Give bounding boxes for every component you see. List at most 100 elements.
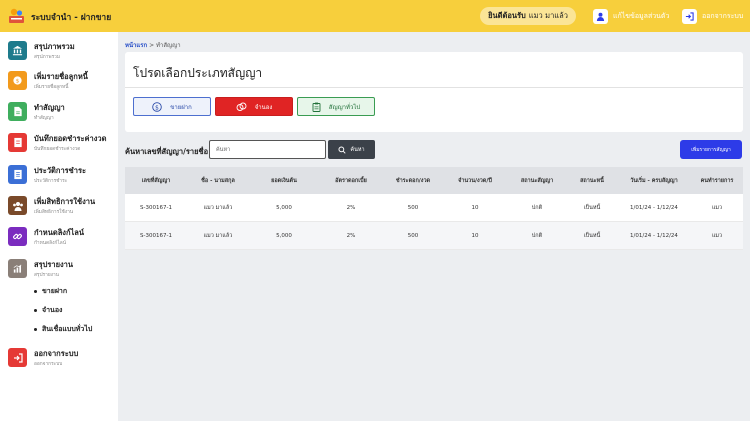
general-contract-button[interactable]: สัญญาทั่วไป <box>297 97 375 116</box>
column-header: เลขที่สัญญา <box>141 177 171 184</box>
sidebar-item-label: ออกจากระบบ <box>34 349 79 358</box>
user-icon <box>593 8 608 24</box>
bullet-icon <box>34 328 37 331</box>
sidebar-item-line-link[interactable]: กำหนดลิงก์ไลน์ กำหนดลิงก์ไลน์ <box>0 224 118 250</box>
sidebar-item-sublabel: บันทึกยอดชำระค่างวด <box>34 147 81 152</box>
clipboard-icon <box>312 102 321 112</box>
column-header: สถานะหนี้ <box>580 177 604 184</box>
breadcrumb-separator: > <box>149 42 155 49</box>
chart-icon <box>8 259 27 278</box>
column-header: สถานะสัญญา <box>520 177 554 184</box>
column-header: ชำระดอก/งวด <box>395 177 431 184</box>
coin-icon: $ <box>8 71 27 90</box>
users-icon <box>8 196 27 215</box>
cell-interest-per-period: 500 <box>407 232 419 239</box>
sidebar-item-label: สรุปภาพรวม <box>34 42 75 51</box>
welcome-user: แมว มาแล้ว <box>528 11 568 20</box>
cell-principal: 5,000 <box>276 204 292 211</box>
sidebar-item-label: เพิ่มสิทธิการใช้งาน <box>34 197 96 206</box>
cell-interest-rate: 2% <box>346 232 356 239</box>
table-header: เลขที่สัญญา ชื่อ - นามสกุล ยอดเงินต้น อั… <box>125 167 743 194</box>
search-button-label: ค้นหา <box>350 146 365 153</box>
column-header: จำนวน/งวด/ปี <box>458 177 492 184</box>
document-icon <box>8 102 27 121</box>
contract-type-card: โปรดเลือกประเภทสัญญา $ ขายฝาก จำนอง สัญญ… <box>125 52 743 132</box>
header-logout-label: ออกจากระบบ <box>702 11 744 20</box>
logout-icon <box>8 348 27 367</box>
sidebar-item-label: บันทึกยอดชำระค่างวด <box>34 134 107 143</box>
cell-name: แมว มาแล้ว <box>203 204 233 211</box>
sidebar-item-logout[interactable]: ออกจากระบบ ออกจากระบบ <box>0 345 118 371</box>
breadcrumb-home-link[interactable]: หน้าแรก <box>125 42 147 49</box>
sidebar-item-sublabel: สรุปภาพรวม <box>34 55 60 60</box>
welcome-badge: ยินดีต้อนรับ แมว มาแล้ว <box>480 7 576 25</box>
app-header: ระบบจำนำ - ฝากขาย ยินดีต้อนรับ แมว มาแล้… <box>0 0 750 32</box>
search-input[interactable] <box>209 140 326 159</box>
cell-interest-rate: 2% <box>346 204 356 211</box>
coins-icon <box>236 102 247 111</box>
bank-icon <box>8 41 27 60</box>
app-title: ระบบจำนำ - ฝากขาย <box>31 13 112 23</box>
column-header: วันเริ่ม - ครบสัญญา <box>630 177 678 184</box>
sidebar-item-payment-history[interactable]: ประวัติการชำระ ประวัติการชำระ <box>0 162 118 188</box>
consign-type-label: ขายฝาก <box>170 103 192 111</box>
sidebar-item-report[interactable]: สรุปรายงาน สรุปรายงาน <box>0 256 118 282</box>
cell-debt-status: เป็นหนี้ <box>583 232 601 239</box>
sidebar-item-sublabel: ประวัติการชำระ <box>34 179 68 184</box>
column-header: ยอดเงินต้น <box>271 177 297 184</box>
pawn-type-button[interactable]: จำนอง <box>215 97 293 116</box>
welcome-prefix: ยินดีต้อนรับ <box>488 11 526 20</box>
sidebar-item-contract[interactable]: ทำสัญญา ทำสัญญา <box>0 99 118 125</box>
sidebar-item-record-payment[interactable]: บันทึกยอดชำระค่างวด บันทึกยอดชำระค่างวด <box>0 130 118 156</box>
table-row[interactable]: S-300167-1 แมว มาแล้ว 5,000 2% 500 10 ปก… <box>125 194 743 222</box>
edit-profile-button[interactable]: แก้ไขข้อมูลส่วนตัว <box>593 8 669 24</box>
cell-operator: แมว <box>711 232 723 239</box>
sidebar: สรุปภาพรวม สรุปภาพรวม $ เพิ่มรายชื่อลูกห… <box>0 32 118 421</box>
header-logout-button[interactable]: ออกจากระบบ <box>682 8 743 24</box>
sidebar-item-add-debtor[interactable]: $ เพิ่มรายชื่อลูกหนี้ เพิ่มรายชื่อลูกหนี… <box>0 68 118 94</box>
cell-contract-status: ปกติ <box>531 204 543 211</box>
dollar-circle-icon: $ <box>152 101 162 112</box>
breadcrumb-current: ทำสัญญา <box>156 42 181 49</box>
bullet-icon <box>34 290 37 293</box>
sidebar-item-label: กำหนดลิงก์ไลน์ <box>34 228 84 237</box>
sidebar-item-label: สรุปรายงาน <box>34 260 74 269</box>
logout-icon <box>682 8 697 24</box>
table-row[interactable]: S-300167-1 แมว มาแล้ว 5,000 2% 500 10 ปก… <box>125 222 743 250</box>
column-header: คนทำรายการ <box>700 177 734 184</box>
sidebar-subitem-consign[interactable]: ขายฝาก <box>34 286 67 297</box>
sidebar-item-label: เพิ่มรายชื่อลูกหนี้ <box>34 72 88 81</box>
cell-name: แมว มาแล้ว <box>203 232 233 239</box>
history-icon <box>8 165 27 184</box>
sidebar-item-sublabel: เพิ่มรายชื่อลูกหนี้ <box>34 85 69 90</box>
logo-icon <box>9 8 24 23</box>
cell-date-range: 1/01/24 - 1/12/24 <box>630 232 678 239</box>
divider <box>125 87 743 88</box>
column-header: อัตราดอกเบี้ย <box>335 177 367 184</box>
consign-type-button[interactable]: $ ขายฝาก <box>133 97 211 116</box>
breadcrumb: หน้าแรก > ทำสัญญา <box>125 40 181 50</box>
cell-contract-no: S-300167-1 <box>140 204 172 211</box>
link-icon <box>8 227 27 246</box>
svg-text:$: $ <box>16 79 20 85</box>
sidebar-item-overview[interactable]: สรุปภาพรวม สรุปภาพรวม <box>0 38 118 64</box>
contracts-table: เลขที่สัญญา ชื่อ - นามสกุล ยอดเงินต้น อั… <box>125 167 743 250</box>
sidebar-subitem-general-loan[interactable]: สินเชื่อแบบทั่วไป <box>34 324 92 335</box>
sidebar-item-sublabel: กำหนดลิงก์ไลน์ <box>34 241 66 246</box>
cell-interest-per-period: 500 <box>407 204 419 211</box>
search-label: ค้นหาเลขที่สัญญา/รายชื่อ <box>125 147 209 156</box>
cell-periods: 10 <box>471 204 479 211</box>
sidebar-item-permissions[interactable]: เพิ่มสิทธิการใช้งาน เพิ่มสิทธิการใช้งาน <box>0 193 118 219</box>
bullet-icon <box>34 309 37 312</box>
sidebar-item-sublabel: ทำสัญญา <box>34 116 54 121</box>
search-button[interactable]: ค้นหา <box>328 140 375 159</box>
page-title: โปรดเลือกประเภทสัญญา <box>133 66 263 80</box>
sidebar-subitem-label: จำนอง <box>42 306 63 314</box>
sidebar-item-sublabel: เพิ่มสิทธิการใช้งาน <box>34 210 74 215</box>
search-icon <box>338 145 347 154</box>
sidebar-item-sublabel: สรุปรายงาน <box>34 273 59 278</box>
sidebar-subitem-pawn[interactable]: จำนอง <box>34 305 62 316</box>
cell-periods: 10 <box>471 232 479 239</box>
cell-date-range: 1/01/24 - 1/12/24 <box>630 204 678 211</box>
add-contract-button[interactable]: เพิ่มรายการสัญญา <box>680 140 742 159</box>
